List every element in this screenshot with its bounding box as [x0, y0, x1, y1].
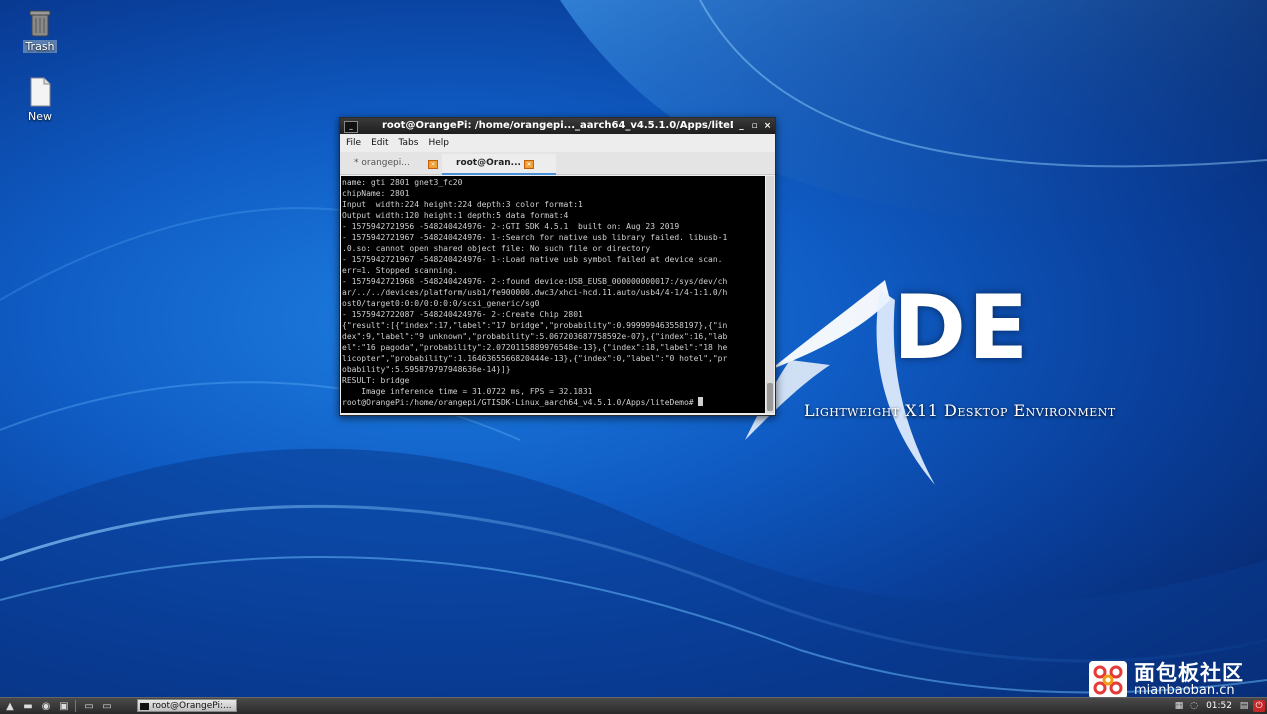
terminal-text: name: gti 2801 gnet3_fc20 chipName: 2801…: [341, 176, 765, 408]
terminal-line: RESULT: bridge: [342, 376, 410, 385]
power-icon[interactable]: ⏻: [1253, 700, 1265, 712]
menu-bar: File Edit Tabs Help: [340, 134, 775, 152]
terminal-line: .0.so: cannot open shared object file: N…: [342, 244, 651, 253]
window-title: root@OrangePi: /home/orangepi..._aarch64…: [382, 120, 733, 131]
terminal-line: obability":5.595879797948636e-14}]}: [342, 365, 511, 374]
terminal-line: {"result":[{"index":17,"label":"17 bridg…: [342, 321, 728, 330]
terminal-line: err=1. Stopped scanning.: [342, 266, 458, 275]
system-tray: ▦ ◌ 01:52 ▤ ⏻: [1173, 698, 1267, 714]
terminal-line: - 1575942721967 -548240424976- 1-:Search…: [342, 233, 728, 242]
tab-orangepi[interactable]: * orangepi... ×: [340, 154, 450, 173]
tab-root[interactable]: root@Oran... ×: [442, 154, 556, 175]
close-button[interactable]: ×: [763, 118, 772, 134]
terminal-line: - 1575942721968 -548240424976- 2-:found …: [342, 277, 728, 286]
desktop-icon-label: New: [28, 110, 52, 123]
minimize-all-icon[interactable]: ▬: [20, 699, 36, 713]
terminal-line: - 1575942721956 -548240424976- 2-:GTI SD…: [342, 222, 680, 231]
terminal-line: - 1575942721967 -548240424976- 1-:Load n…: [342, 255, 723, 264]
desktop-icon-new[interactable]: New: [12, 76, 68, 123]
terminal-line: dex":9,"label":"9 unknown","probability"…: [342, 332, 728, 341]
menu-edit[interactable]: Edit: [371, 134, 388, 152]
trash-icon: [29, 10, 51, 37]
tab-label: root@Oran...: [456, 158, 521, 168]
terminal-line: ost0/target0:0:0/0:0:0:0/scsi_generic/sg…: [342, 299, 540, 308]
terminal-line: name: gti 2801 gnet3_fc20: [342, 178, 463, 187]
taskbar-separator: [75, 700, 76, 712]
menu-help[interactable]: Help: [428, 134, 449, 152]
desktop-pager-icon[interactable]: ▭: [81, 699, 97, 713]
workspace-icon[interactable]: ▣: [56, 699, 72, 713]
clock[interactable]: 01:52: [1203, 701, 1235, 711]
scrollbar-thumb[interactable]: [767, 383, 773, 411]
terminal-window[interactable]: _ root@OrangePi: /home/orangepi..._aarch…: [339, 117, 776, 416]
lxde-tagline: Lightweight X11 Desktop Environment: [804, 401, 1116, 420]
terminal-line: Image inference time = 31.0722 ms, FPS =…: [361, 387, 593, 396]
watermark-logo-icon: [1089, 661, 1127, 699]
terminal-scrollbar[interactable]: [766, 176, 774, 413]
minimize-button[interactable]: _: [737, 118, 746, 134]
text-cursor: [698, 397, 704, 406]
terminal-output[interactable]: name: gti 2801 gnet3_fc20 chipName: 2801…: [341, 176, 765, 413]
volume-icon[interactable]: ◌: [1188, 700, 1200, 712]
desktop-pager-icon[interactable]: ▭: [99, 699, 115, 713]
terminal-line: el":"16 pagoda","probability":2.07201158…: [342, 343, 728, 352]
taskbar: ▲ ▬ ◉ ▣ ▭ ▭ root@OrangePi:... ▦ ◌ 01:52 …: [0, 697, 1267, 714]
taskbar-task-terminal[interactable]: root@OrangePi:...: [137, 699, 237, 712]
start-menu-icon[interactable]: ▲: [2, 699, 18, 713]
terminal-line: Input width:224 height:224 depth:3 color…: [342, 200, 583, 209]
terminal-line: licopter","probability":1.16463655668204…: [342, 354, 728, 363]
terminal-line: chipName: 2801: [342, 189, 410, 198]
screen-lock-icon[interactable]: ▤: [1238, 700, 1250, 712]
terminal-line: - 1575942722087 -548240424976- 2-:Create…: [342, 310, 583, 319]
watermark: 面包板社区 mianbaoban.cn: [1088, 660, 1260, 700]
network-icon[interactable]: ▦: [1173, 700, 1185, 712]
terminal-mini-icon: [140, 703, 149, 710]
file-manager-icon[interactable]: ◉: [38, 699, 54, 713]
terminal-line: ar/../../devices/platform/usb1/fe900000.…: [342, 288, 728, 297]
document-icon: [30, 77, 51, 107]
lxde-wordmark: DE: [893, 276, 1031, 379]
watermark-text: 面包板社区: [1134, 661, 1244, 685]
menu-file[interactable]: File: [346, 134, 361, 152]
watermark-url: mianbaoban.cn: [1134, 683, 1235, 698]
terminal-titlebar[interactable]: _ root@OrangePi: /home/orangepi..._aarch…: [340, 118, 775, 134]
tab-label: * orangepi...: [354, 158, 410, 168]
command-prompt: root@OrangePi:/home/orangepi/GTISDK-Linu…: [342, 398, 699, 407]
tab-bar: * orangepi... × root@Oran... ×: [340, 152, 775, 175]
tab-close-icon[interactable]: ×: [524, 160, 534, 169]
menu-tabs[interactable]: Tabs: [399, 134, 419, 152]
terminal-line: Output width:120 height:1 depth:5 data f…: [342, 211, 569, 220]
desktop-icon-trash[interactable]: Trash: [12, 6, 68, 53]
tab-close-icon[interactable]: ×: [428, 160, 438, 169]
desktop-icon-label: Trash: [23, 40, 57, 53]
maximize-button[interactable]: ▫: [750, 118, 759, 134]
terminal-app-icon: _: [344, 121, 358, 133]
task-label: root@OrangePi:...: [152, 701, 232, 711]
